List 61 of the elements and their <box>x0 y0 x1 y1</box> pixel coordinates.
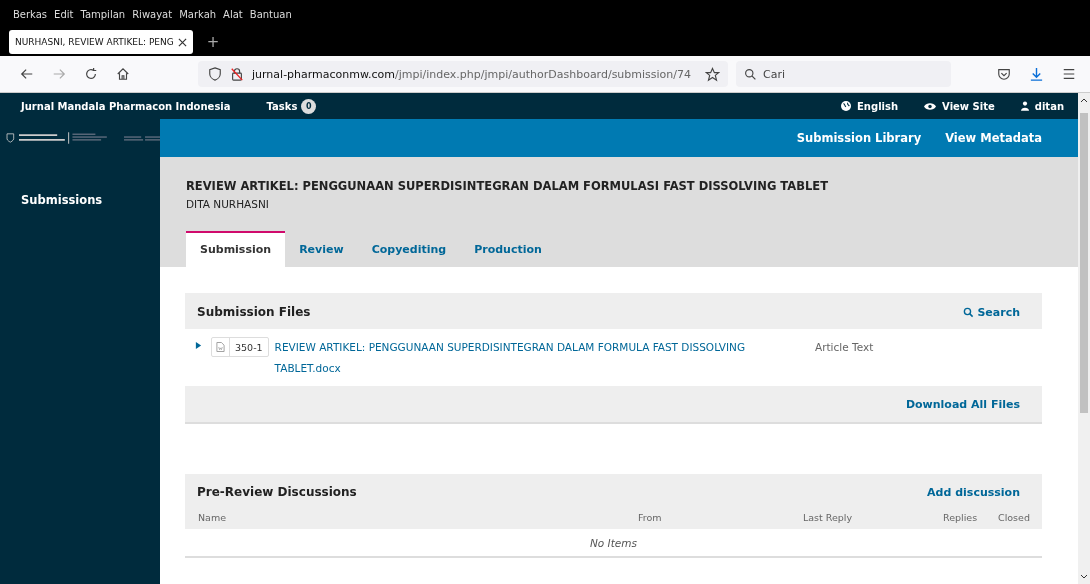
add-discussion-link[interactable]: Add discussion <box>927 485 1020 499</box>
tab[interactable]: Copyediting <box>357 231 461 267</box>
column-header: From <box>638 512 663 523</box>
globe-icon <box>841 101 852 111</box>
close-icon[interactable] <box>177 37 187 47</box>
column-header: Replies <box>943 512 979 523</box>
browser-tab[interactable]: NURHASNI, REVIEW ARTIKEL: PENG <box>9 30 193 54</box>
menu-item[interactable]: Edit <box>54 8 74 20</box>
submission-title: REVIEW ARTIKEL: PENGGUNAAN SUPERDISINTEGRAN DALAM FORMULASI FAST DISSOLVING TABLET <box>186 179 829 193</box>
scroll-down-icon[interactable] <box>1080 574 1088 580</box>
caret-icon[interactable] <box>195 342 202 349</box>
file-id-badge: 350-1 <box>211 337 269 357</box>
menu-item[interactable]: Tampilan <box>80 8 126 20</box>
address-bar[interactable]: jurnal-pharmaconmw.com/jmpi/index.php/jmpi/authorDashboard/submission/74 <box>198 61 728 87</box>
menu-item[interactable]: Bantuan <box>249 8 292 20</box>
panel-title: Pre-Review Discussions <box>197 485 357 499</box>
scroll-up-icon[interactable] <box>1080 97 1088 103</box>
language-link[interactable]: English <box>857 100 899 112</box>
home-icon[interactable] <box>116 67 130 81</box>
reload-icon[interactable] <box>84 67 98 81</box>
site-name-link[interactable]: Jurnal Mandala Pharmacon Indonesia <box>21 100 231 112</box>
search-link[interactable]: Search <box>963 305 1020 319</box>
tab[interactable]: Submission <box>186 231 286 267</box>
back-icon[interactable] <box>20 67 34 81</box>
tasks-link[interactable]: Tasks 0 <box>266 98 317 114</box>
menu-item[interactable]: Riwayat <box>132 8 173 20</box>
empty-message: No Items <box>590 537 637 549</box>
column-header: Last Reply <box>803 512 854 523</box>
tab[interactable]: Review <box>285 231 358 267</box>
scrollbar[interactable] <box>1078 93 1090 584</box>
file-type: Article Text <box>815 340 874 355</box>
search-icon <box>744 67 757 81</box>
pocket-icon[interactable] <box>997 67 1011 81</box>
tab-title: NURHASNI, REVIEW ARTIKEL: PENG <box>15 37 174 47</box>
menu-icon[interactable] <box>1062 67 1076 81</box>
user-link[interactable]: ditan <box>1034 100 1064 112</box>
task-count-badge: 0 <box>301 98 317 114</box>
download-all-link[interactable]: Download All Files <box>905 398 1020 411</box>
download-icon[interactable] <box>1029 66 1044 82</box>
panel-title: Submission Files <box>197 305 311 319</box>
tab[interactable]: Production <box>460 231 556 267</box>
new-tab-button[interactable]: + <box>206 33 220 51</box>
shield-icon[interactable] <box>208 67 222 81</box>
star-icon[interactable] <box>705 66 720 82</box>
view-site-link[interactable]: View Site <box>942 100 995 112</box>
eye-icon <box>924 101 937 111</box>
insecure-lock-icon[interactable] <box>230 67 244 81</box>
menu-item[interactable]: Alat <box>223 8 243 20</box>
menu-item[interactable]: Berkas <box>13 8 48 20</box>
search-field[interactable]: Cari <box>736 61 951 87</box>
header-link[interactable]: Submission Library <box>796 131 922 145</box>
crest-icon <box>6 133 15 143</box>
header-link[interactable]: View Metadata <box>945 131 1042 145</box>
user-icon <box>1020 101 1029 111</box>
menu-item[interactable]: Markah <box>179 8 217 20</box>
file-link[interactable]: REVIEW ARTIKEL: PENGGUNAAN SUPERDISINTEGRAN DALAM FORMULA FAST DISSOLVING TABLET.docx <box>274 337 791 379</box>
column-header: Closed <box>998 512 1030 523</box>
sidebar-item[interactable]: Submissions <box>0 157 160 207</box>
column-header: Name <box>198 512 228 523</box>
search-icon <box>963 306 975 318</box>
submission-author: DITA NURHASNI <box>186 198 270 210</box>
